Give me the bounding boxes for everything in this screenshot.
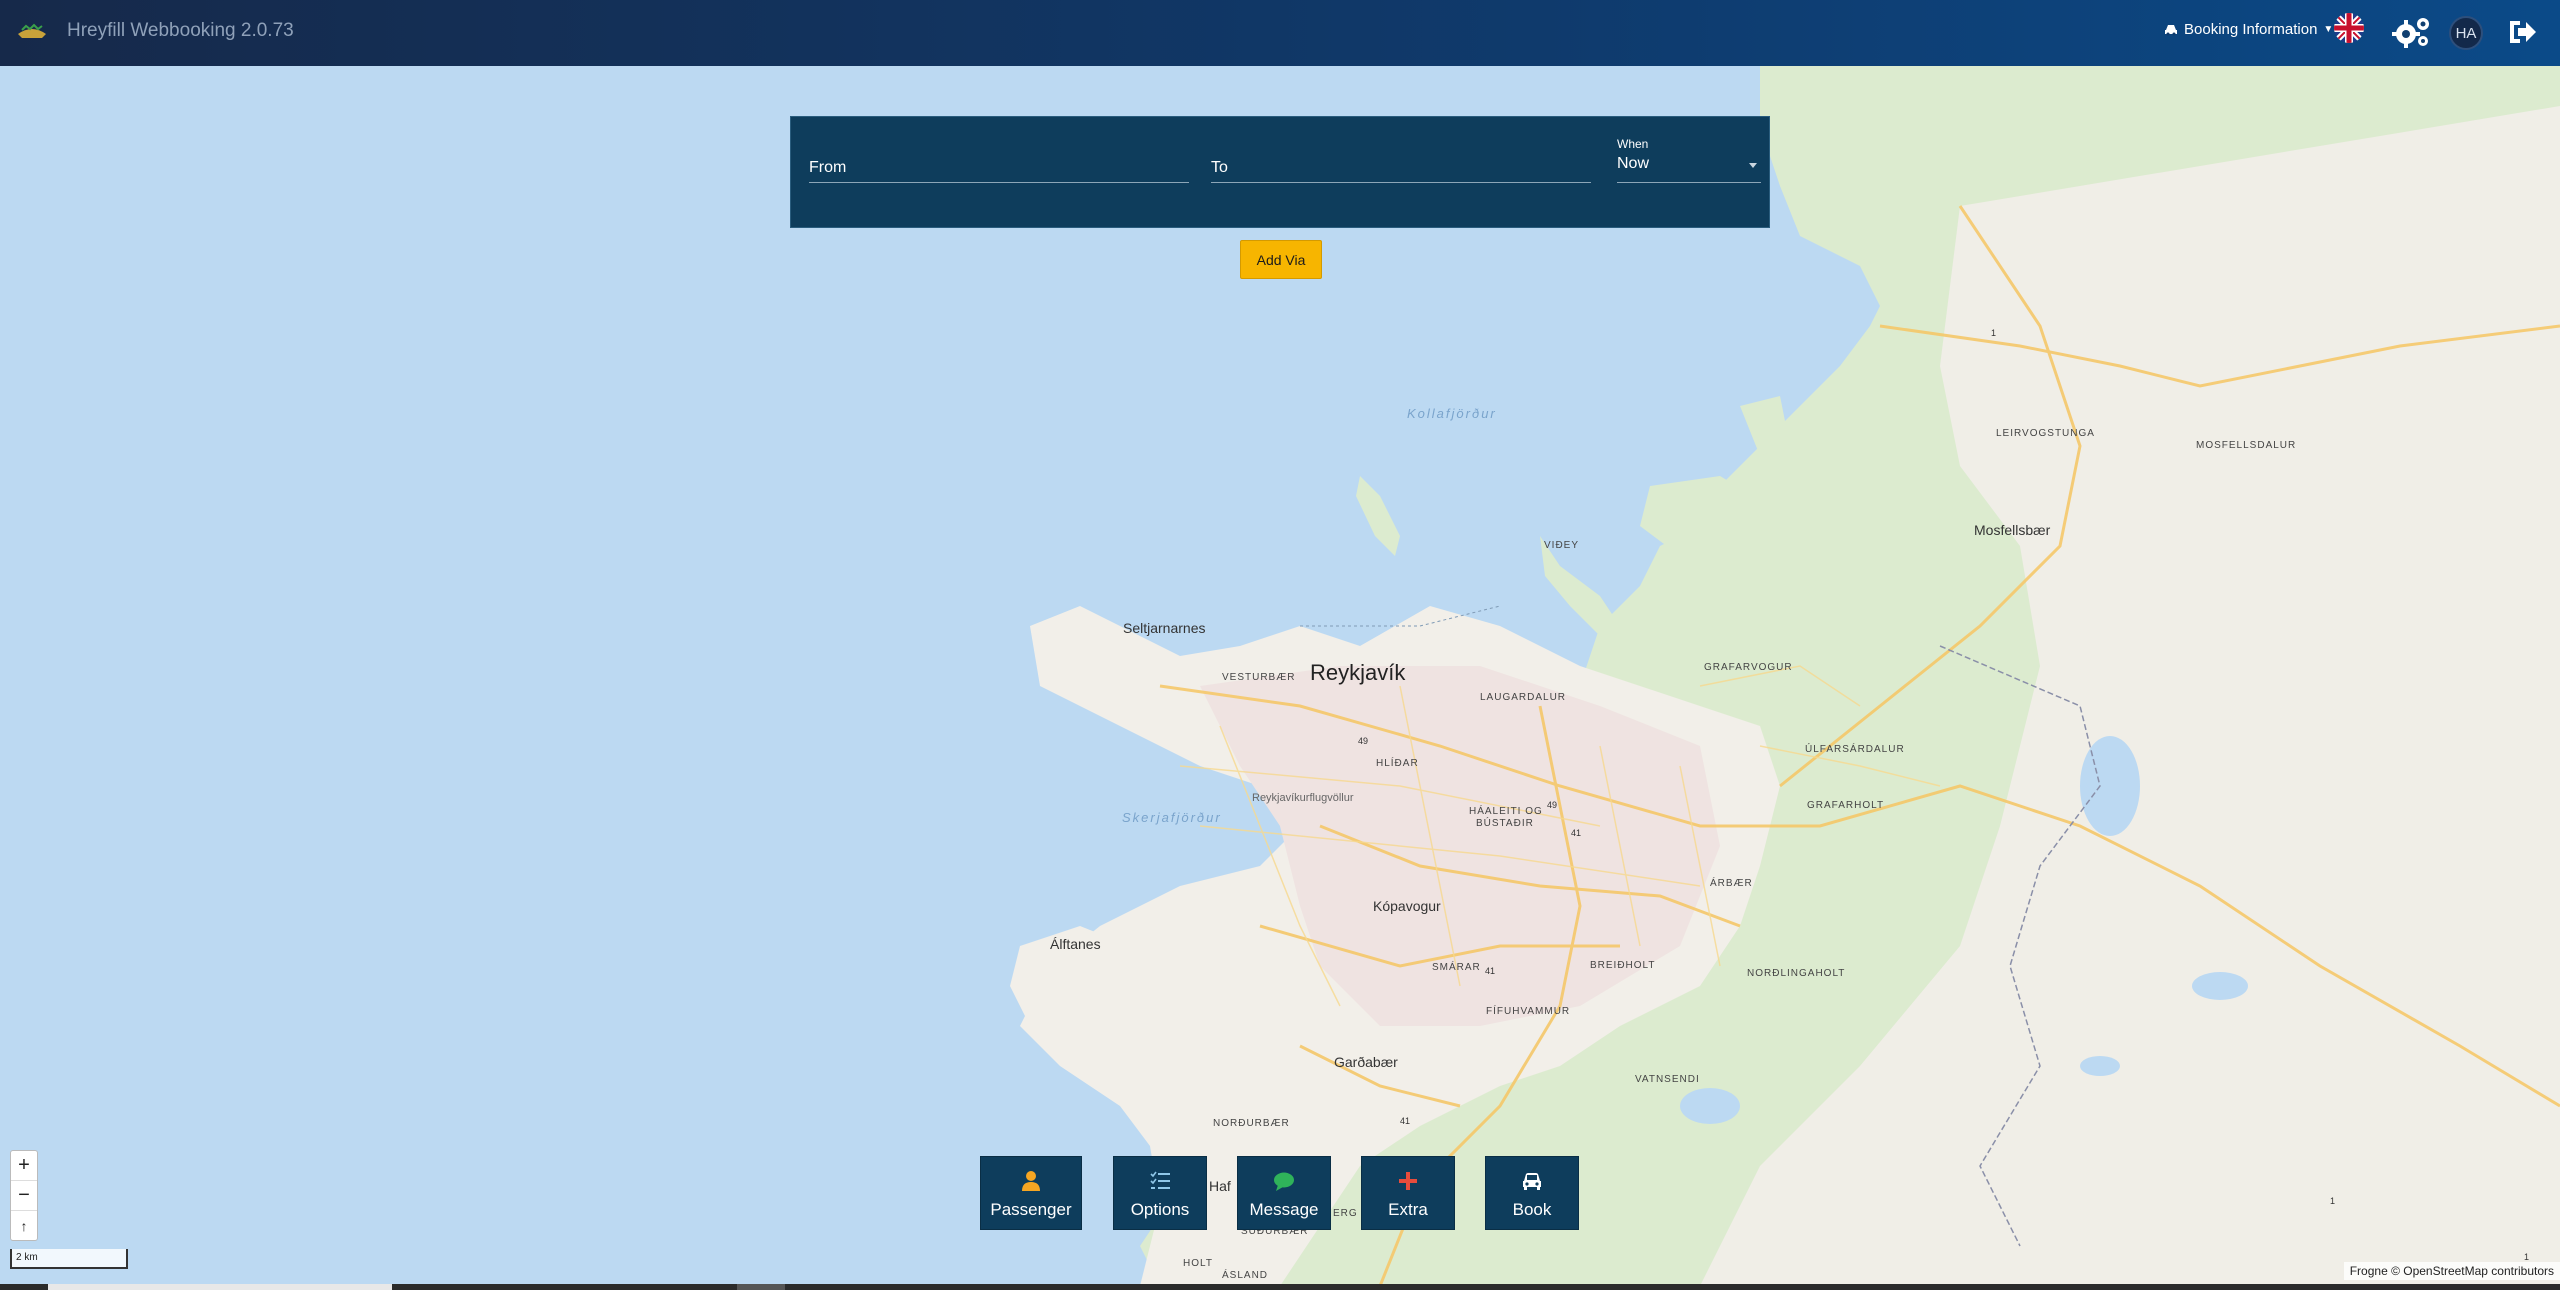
message-button[interactable]: Message <box>1237 1156 1331 1230</box>
scrollbar-thumb[interactable] <box>48 1284 392 1290</box>
road-number-49: 49 <box>1547 800 1558 810</box>
map-label-asland: ÁSLAND <box>1222 1270 1269 1281</box>
road-number-41: 41 <box>1485 966 1496 976</box>
map-label-reykjavik: Reykjavík <box>1310 660 1406 685</box>
when-label: When <box>1617 137 1649 151</box>
settings-gears-icon[interactable] <box>2392 14 2432 50</box>
options-label: Options <box>1130 1200 1190 1219</box>
user-avatar[interactable]: HA <box>2449 16 2483 50</box>
when-value: Now <box>1617 155 1650 172</box>
map-label-holt: HOLT <box>1183 1258 1213 1269</box>
map-label-skerjafjordur: Skerjafjörður <box>1122 810 1222 825</box>
from-label: From <box>809 159 847 176</box>
message-label: Message <box>1249 1200 1319 1219</box>
person-icon <box>1022 1171 1040 1191</box>
app-title: Hreyfill Webbooking 2.0.73 <box>67 20 294 41</box>
checklist-icon <box>1150 1171 1170 1189</box>
map-label-vesturbaer: VESTURBÆR <box>1222 672 1296 683</box>
map-label-laugardalur: LAUGARDALUR <box>1480 692 1567 703</box>
plus-icon <box>1399 1172 1417 1190</box>
when-field-underline <box>1617 182 1761 183</box>
map-label-nordurbaer: NORÐURBÆR <box>1213 1118 1290 1129</box>
map-scale-bar: 2 km <box>10 1249 128 1269</box>
map-label-mosfellsbaer: Mosfellsbær <box>1974 522 2051 538</box>
map-label-grafarvogur: GRAFARVOGUR <box>1704 662 1793 673</box>
when-select[interactable]: When Now <box>1617 137 1761 183</box>
to-label: To <box>1211 159 1228 176</box>
book-label: Book <box>1512 1200 1552 1219</box>
road-number-49: 49 <box>1358 736 1369 746</box>
map-label-airport: Reykjavíkurflugvöllur <box>1252 792 1354 804</box>
to-field-underline <box>1211 182 1591 183</box>
uk-flag-icon[interactable] <box>2334 13 2364 43</box>
chevron-down-icon <box>1749 163 1757 168</box>
map-label-videy: VIÐEY <box>1544 540 1580 551</box>
map-attribution: Frogne © OpenStreetMap contributors <box>2343 1262 2560 1280</box>
from-field-underline <box>809 182 1189 183</box>
road-number-1: 1 <box>2524 1252 2530 1262</box>
map-label-nordlingaholt: NORÐLINGAHOLT <box>1747 968 1846 979</box>
map-label-hlidar: HLÍÐAR <box>1376 758 1419 769</box>
car-icon <box>1523 1173 1541 1190</box>
chat-bubble-icon <box>1274 1172 1294 1191</box>
zoom-in-button[interactable]: + <box>11 1151 37 1181</box>
map-label-bustadir: BÚSTAÐIR <box>1476 818 1534 829</box>
from-field[interactable]: From <box>809 159 1189 183</box>
map-label-kollafjordur: Kollafjörður <box>1407 406 1497 421</box>
logout-icon[interactable] <box>2506 17 2538 47</box>
top-navbar: Hreyfill Webbooking 2.0.73 Booking Infor… <box>0 0 2560 66</box>
map-label-arbaer: ÁRBÆR <box>1710 878 1753 889</box>
road-number-41: 41 <box>1400 1116 1411 1126</box>
road-number-1: 1 <box>1991 328 1997 338</box>
map-label-kopavogur: Kópavogur <box>1373 898 1441 914</box>
map-label-mosfellsdalur: MOSFELLSDALUR <box>2196 440 2297 451</box>
map-label-smarar: SMÁRAR <box>1432 962 1481 973</box>
passenger-button[interactable]: Passenger <box>980 1156 1082 1230</box>
extra-button[interactable]: Extra <box>1361 1156 1455 1230</box>
extra-label: Extra <box>1388 1200 1428 1219</box>
map-label-gardabaer: Garðabær <box>1334 1054 1398 1070</box>
booking-information-dropdown[interactable]: Booking Information ▼ <box>2164 21 2333 38</box>
map-label-vatnsendi: VATNSENDI <box>1635 1074 1700 1085</box>
passenger-label: Passenger <box>990 1200 1072 1219</box>
bottom-scrollbar[interactable] <box>0 1284 2560 1290</box>
map-label-seltjarnarnes: Seltjarnarnes <box>1123 620 1206 636</box>
book-button[interactable]: Book <box>1485 1156 1579 1230</box>
map-label-erg-partial: ERG <box>1333 1208 1358 1219</box>
map-label-hafnarfjordur-partial: Haf <box>1209 1178 1231 1194</box>
map-label-alftanes: Álftanes <box>1050 936 1101 952</box>
booking-search-panel: From To When Now <box>790 116 1770 228</box>
road-number-1: 1 <box>2330 1196 2336 1206</box>
options-button[interactable]: Options <box>1113 1156 1207 1230</box>
road-number-41: 41 <box>1571 828 1582 838</box>
booking-information-label: Booking Information <box>2184 21 2318 38</box>
scrollbar-segment <box>737 1284 785 1290</box>
map-label-haaleiti: HÁALEITI OG <box>1469 806 1543 817</box>
hreyfill-logo-icon[interactable] <box>16 20 48 44</box>
zoom-out-button[interactable]: − <box>11 1181 37 1211</box>
reset-bearing-button[interactable]: ↑ <box>11 1211 37 1240</box>
chevron-down-icon: ▼ <box>2323 24 2334 35</box>
map-label-grafarholt: GRAFARHOLT <box>1807 800 1885 811</box>
add-via-button[interactable]: Add Via <box>1240 240 1322 279</box>
map-label-breidholt: BREIÐHOLT <box>1590 960 1656 971</box>
map-label-ulfarsardalur: ÚLFARSÁRDALUR <box>1805 744 1905 755</box>
to-field[interactable]: To <box>1211 159 1591 183</box>
map-zoom-controls: + − ↑ <box>10 1150 38 1241</box>
car-icon <box>2165 24 2177 35</box>
map-label-fifuhvammur: FÍFUHVAMMUR <box>1486 1006 1571 1017</box>
map-label-leirvogstunga: LEIRVOGSTUNGA <box>1996 428 2095 439</box>
